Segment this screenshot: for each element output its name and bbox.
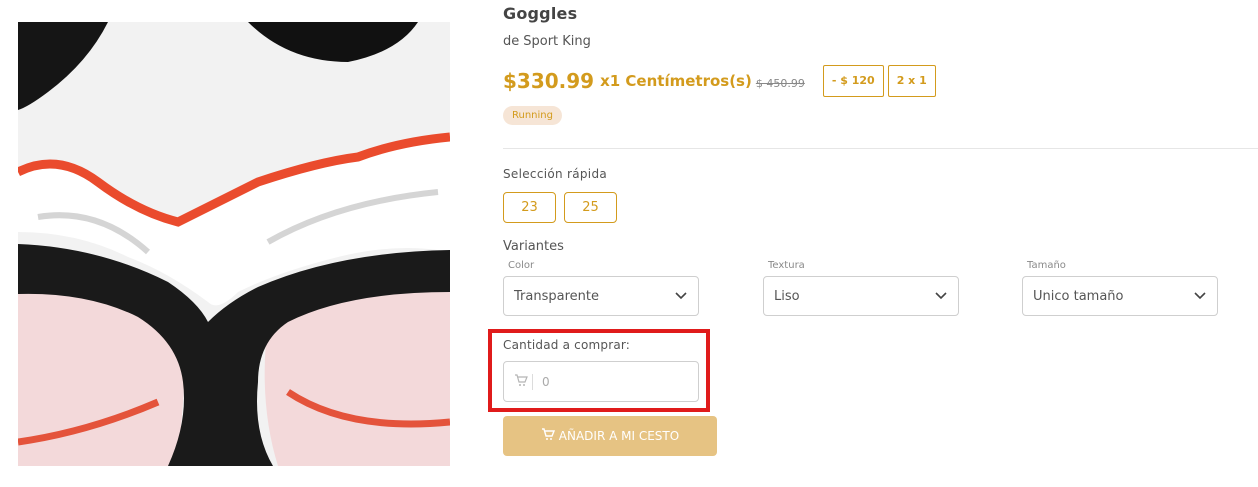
add-to-cart-button[interactable]: AÑADIR A MI CESTO <box>503 416 717 456</box>
add-to-cart-label: AÑADIR A MI CESTO <box>558 429 680 443</box>
color-select[interactable]: Transparente <box>503 276 699 316</box>
variant-size: Tamaño Unico tamaño <box>1022 260 1218 316</box>
category-tag[interactable]: Running <box>503 106 562 125</box>
chevron-down-icon <box>1193 289 1207 303</box>
current-price: $330.99 <box>503 69 595 93</box>
cart-icon <box>541 428 555 444</box>
brand-line: de Sport King <box>503 34 591 49</box>
promo-badge-2x1: 2 x 1 <box>887 65 936 97</box>
variant-color-label: Color <box>508 260 535 271</box>
texture-select[interactable]: Liso <box>763 276 959 316</box>
quick-select-options: 23 25 <box>503 192 617 223</box>
price-unit: x1 Centímetros(s) <box>600 72 752 90</box>
chevron-down-icon <box>934 289 948 303</box>
variant-color: Color Transparente <box>503 260 699 316</box>
texture-select-value: Liso <box>774 288 800 304</box>
goggles-image <box>18 22 450 466</box>
product-details: Goggles de Sport King $330.99 x1 Centímet… <box>488 0 1258 487</box>
product-page: Goggles de Sport King $330.99 x1 Centímet… <box>0 0 1258 487</box>
input-separator <box>532 373 533 390</box>
product-image <box>18 22 450 466</box>
variant-texture-label: Textura <box>768 260 805 271</box>
quantity-label: Cantidad a comprar: <box>503 338 631 352</box>
old-price: $ 450.99 <box>755 76 805 90</box>
quick-select-label: Selección rápida <box>503 167 608 181</box>
color-select-value: Transparente <box>514 288 599 304</box>
variant-texture: Textura Liso <box>763 260 959 316</box>
price-row: $330.99 x1 Centímetros(s) $ 450.99 - $ 1… <box>503 64 936 98</box>
size-select-value: Unico tamaño <box>1033 288 1124 304</box>
promo-badges: - $ 120 2 x 1 <box>822 65 936 97</box>
quantity-field[interactable] <box>503 361 699 402</box>
divider <box>503 148 1258 149</box>
brand-name: Sport King <box>523 34 591 49</box>
quantity-input[interactable] <box>540 373 684 390</box>
quick-option-25[interactable]: 25 <box>564 192 617 223</box>
size-select[interactable]: Unico tamaño <box>1022 276 1218 316</box>
product-title: Goggles <box>503 4 578 23</box>
brand-prefix: de <box>503 34 520 49</box>
cart-icon <box>514 372 528 391</box>
quick-option-23[interactable]: 23 <box>503 192 556 223</box>
variant-size-label: Tamaño <box>1027 260 1066 271</box>
promo-badge-discount: - $ 120 <box>822 65 884 97</box>
chevron-down-icon <box>674 289 688 303</box>
variants-label: Variantes <box>503 239 564 254</box>
